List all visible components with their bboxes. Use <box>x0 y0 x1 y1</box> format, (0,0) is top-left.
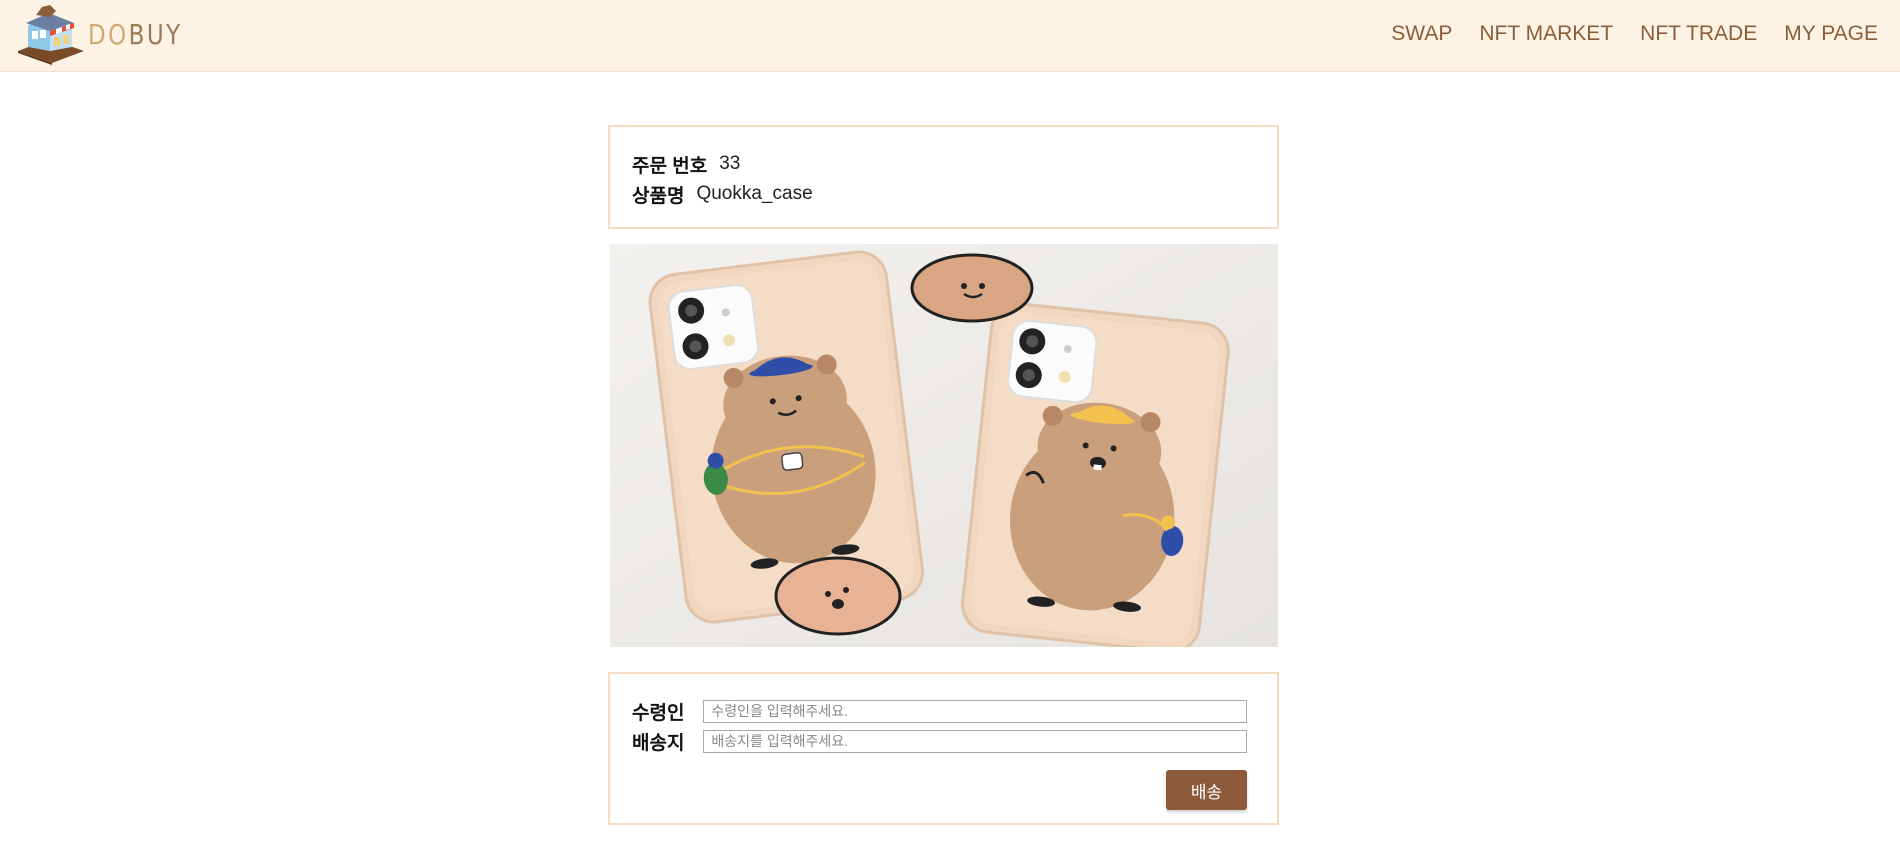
order-number-row: 주문 번호 33 <box>632 149 1255 179</box>
product-name-row: 상품명 Quokka_case <box>632 179 1255 209</box>
recipient-input[interactable] <box>703 699 1247 723</box>
quokka-case-photo <box>610 244 1278 647</box>
nav-swap[interactable]: SWAP <box>1391 22 1452 46</box>
ship-button-wrap: 배송 <box>632 770 1247 810</box>
top-header: DOBUY SWAP NFT MARKET NFT TRADE MY PAGE <box>0 0 1900 72</box>
order-number-label: 주문 번호 <box>632 155 708 177</box>
address-label: 배송지 <box>632 732 685 754</box>
product-name-label: 상품명 <box>632 185 685 207</box>
nav-my-page[interactable]: MY PAGE <box>1784 22 1878 46</box>
nav-nft-market[interactable]: NFT MARKET <box>1479 22 1613 46</box>
dobuy-logo[interactable]: DOBUY <box>16 4 203 65</box>
product-name-value: Quokka_case <box>696 183 813 204</box>
logo-wordmark: DOBUY <box>88 17 183 51</box>
store-building-icon <box>18 5 84 65</box>
main-nav: SWAP NFT MARKET NFT TRADE MY PAGE <box>1391 0 1878 68</box>
order-info-card: 주문 번호 33 상품명 Quokka_case <box>608 125 1279 229</box>
shipping-card: 수령인 배송지 배송 <box>608 672 1279 825</box>
recipient-label: 수령인 <box>632 702 685 724</box>
order-number-value: 33 <box>719 153 741 174</box>
ship-button[interactable]: 배송 <box>1166 770 1247 810</box>
recipient-row: 수령인 <box>632 696 1247 726</box>
nav-nft-trade[interactable]: NFT TRADE <box>1640 22 1757 46</box>
product-image <box>610 244 1278 647</box>
address-input[interactable] <box>703 729 1247 753</box>
address-row: 배송지 <box>632 726 1247 756</box>
